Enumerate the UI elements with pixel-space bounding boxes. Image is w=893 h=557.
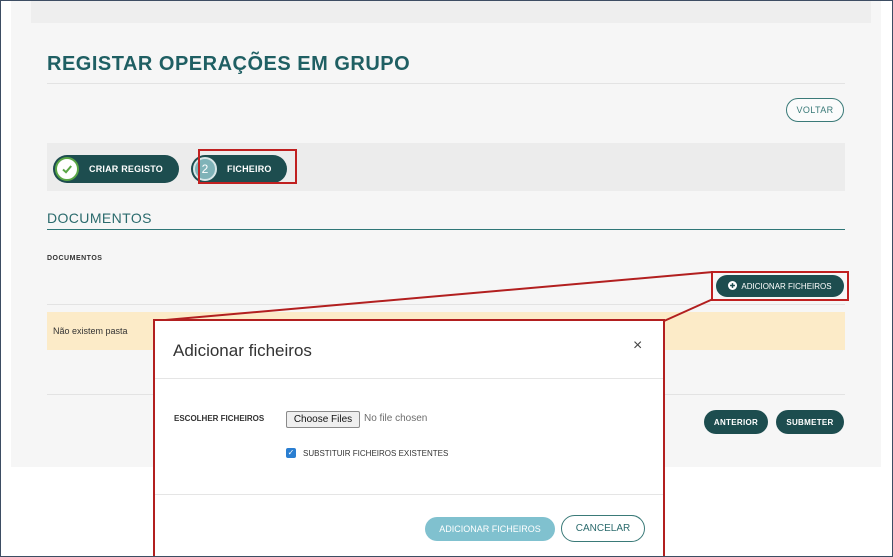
replace-files-checkbox[interactable]: ✓ [286,448,296,458]
modal-title: Adicionar ficheiros [173,341,312,360]
file-status: No file chosen [364,413,428,424]
replace-files-label: SUBSTITUIR FICHEIROS EXISTENTES [303,449,449,458]
modal-footer-divider [155,494,663,495]
close-icon[interactable]: × [633,337,642,355]
choose-files-button[interactable]: Choose Files [286,411,360,428]
screenshot-frame: REGISTAR OPERAÇÕES EM GRUPO VOLTAR CRIAR… [0,0,893,557]
choose-files-label: ESCOLHER FICHEIROS [174,414,265,423]
modal-header-divider [155,378,663,379]
add-files-modal: Adicionar ficheiros × ESCOLHER FICHEIROS… [153,319,665,556]
modal-add-files-button[interactable]: ADICIONAR FICHEIROS [425,517,555,541]
modal-cancel-button[interactable]: CANCELAR [561,515,645,542]
